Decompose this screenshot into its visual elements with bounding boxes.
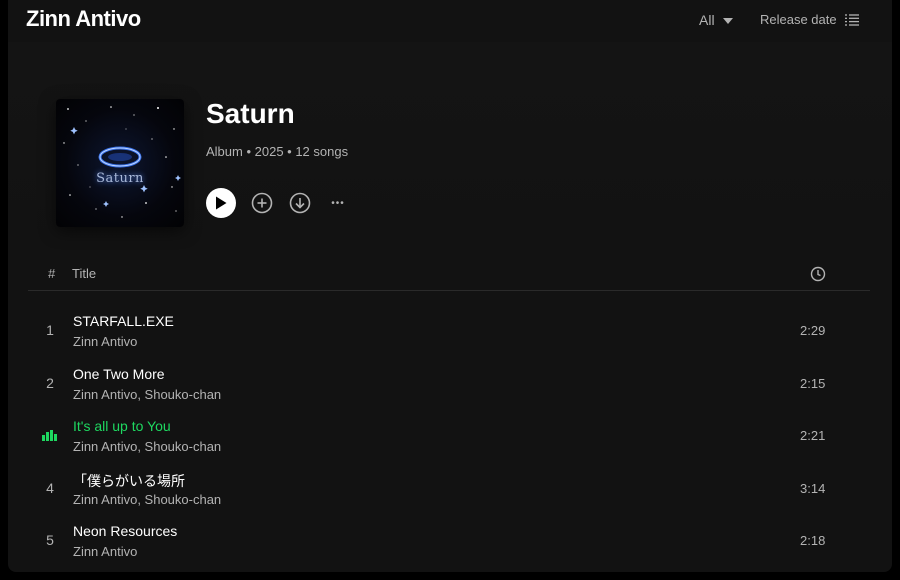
track-artists[interactable]: Zinn Antivo [73, 544, 137, 559]
chevron-down-icon [722, 18, 733, 24]
filter-label: All [699, 12, 715, 28]
track-title[interactable]: 「僕らがいる場所 [73, 471, 185, 491]
album-cover[interactable]: Saturn [56, 99, 184, 227]
sort-button[interactable]: Release date [760, 12, 859, 27]
play-icon [216, 196, 227, 210]
more-options-button[interactable]: ••• [326, 191, 350, 215]
top-bar: Zinn Antivo All Release date [8, 0, 892, 42]
album-controls: ••• [206, 188, 350, 218]
download-button[interactable] [288, 191, 312, 215]
filter-dropdown[interactable]: All [699, 12, 733, 28]
sort-label: Release date [760, 12, 837, 27]
track-row[interactable]: 5 Neon Resources Zinn Antivo 2:18 [28, 515, 870, 568]
track-row[interactable]: 2 One Two More Zinn Antivo, Shouko-chan 2:1… [28, 358, 870, 411]
add-circle-icon [251, 192, 273, 214]
now-playing-icon [42, 430, 57, 441]
track-row[interactable]: 1 STARFALL.EXE Zinn Antivo 2:29 [28, 305, 870, 358]
column-title: Title [72, 266, 97, 281]
track-title[interactable]: One Two More [73, 366, 165, 382]
cover-title-text: Saturn [96, 171, 144, 186]
clock-icon [810, 266, 826, 287]
cover-art-graphic [63, 106, 181, 218]
album-meta: Album • 2025 • 12 songs [206, 144, 349, 159]
track-duration: 2:15 [800, 375, 826, 391]
album-title[interactable]: Saturn [206, 98, 295, 130]
track-duration: 2:21 [800, 428, 826, 443]
track-title[interactable]: STARFALL.EXE [73, 313, 174, 329]
track-number: 5 [46, 532, 54, 548]
track-number: 4 [46, 479, 54, 496]
play-button[interactable] [206, 188, 236, 218]
track-artists[interactable]: Zinn Antivo, Shouko-chan [73, 439, 221, 454]
track-artists[interactable]: Zinn Antivo [73, 334, 137, 349]
add-to-library-button[interactable] [250, 191, 274, 215]
track-title[interactable]: It's all up to You [73, 418, 171, 434]
track-number: 2 [46, 374, 54, 391]
track-title[interactable]: Neon Resources [73, 523, 177, 539]
artist-name-heading[interactable]: Zinn Antivo [26, 6, 141, 32]
track-duration: 3:14 [800, 480, 826, 496]
more-icon: ••• [331, 197, 345, 209]
track-list: 1 STARFALL.EXE Zinn Antivo 2:29 2 One Two Mor… [28, 305, 870, 568]
download-icon [289, 192, 311, 214]
track-row[interactable]: 4 「僕らがいる場所 Zinn Antivo, Shouko-chan 3:14 [28, 463, 870, 516]
track-number: 1 [46, 322, 54, 338]
list-icon [844, 13, 859, 26]
artist-discography-panel: Zinn Antivo All Release date Saturn Satu… [8, 0, 892, 572]
column-number: # [48, 266, 56, 281]
track-row[interactable]: It's all up to You Zinn Antivo, Shouko-ch… [28, 410, 870, 463]
track-list-header: # Title [28, 258, 870, 291]
album-section: Saturn Saturn Album • 2025 • 12 songs ••… [8, 42, 892, 257]
track-artists[interactable]: Zinn Antivo, Shouko-chan [73, 492, 221, 507]
track-artists[interactable]: Zinn Antivo, Shouko-chan [73, 387, 221, 402]
track-duration: 2:29 [800, 323, 826, 338]
track-duration: 2:18 [800, 533, 826, 548]
